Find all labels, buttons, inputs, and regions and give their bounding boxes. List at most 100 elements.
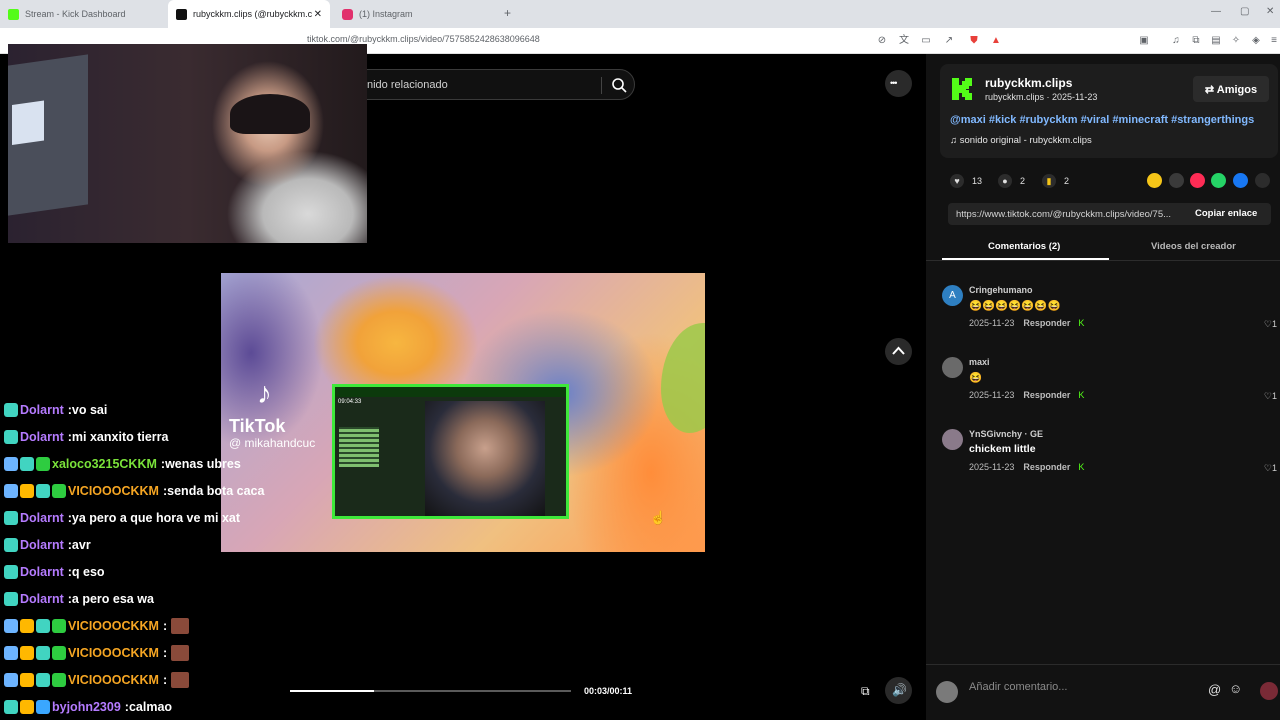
tab-tiktok[interactable]: rubyckkm.clips (@rubyckkm.c ✕ bbox=[168, 0, 330, 28]
comment-input[interactable]: Añadir comentario... bbox=[969, 681, 1169, 693]
music-icon[interactable]: ♫ bbox=[1170, 35, 1182, 47]
send-icon[interactable] bbox=[1190, 173, 1205, 188]
mention-icon[interactable]: @ bbox=[1208, 682, 1221, 697]
shield-icon[interactable]: ⛊ bbox=[968, 35, 980, 47]
comment-username[interactable]: maxi bbox=[969, 357, 990, 367]
chat-badge-icon bbox=[52, 672, 66, 687]
chat-badge-icon bbox=[20, 645, 34, 660]
chat-emote-icon bbox=[171, 671, 190, 688]
comment-avatar[interactable] bbox=[942, 357, 963, 378]
address-bar[interactable]: tiktok.com/@rubyckkm.clips/video/7575852… bbox=[307, 34, 540, 44]
share-arrow-icon[interactable] bbox=[1255, 173, 1270, 188]
tab-comments[interactable]: Comentarios (2) bbox=[988, 241, 1060, 252]
embedded-stream-frame: 09:04:33 bbox=[332, 384, 569, 519]
chat-username[interactable]: VICIOOOCKKM bbox=[68, 646, 159, 660]
chat-username[interactable]: Dolarnt bbox=[20, 565, 64, 579]
copy-link-button[interactable]: Copiar enlace bbox=[1195, 208, 1257, 219]
minimize-button[interactable]: — bbox=[1211, 6, 1221, 17]
ai-sparkle-icon[interactable]: ✧ bbox=[1230, 35, 1242, 47]
chat-message: Dolarnt: vo sai bbox=[4, 396, 304, 423]
copy-icon[interactable]: ⧉ bbox=[1190, 35, 1202, 47]
more-options-button[interactable]: ••• bbox=[885, 70, 912, 97]
comment-item: maxi 😆 2025-11-23 Responder K ♡1 bbox=[942, 357, 1277, 407]
kick-logo-icon[interactable] bbox=[950, 77, 974, 101]
reply-button[interactable]: Responder bbox=[1023, 462, 1070, 472]
comment-avatar[interactable] bbox=[942, 429, 963, 450]
tab-creator-videos[interactable]: Videos del creador bbox=[1151, 241, 1236, 252]
tab-kick-dashboard[interactable]: Stream - Kick Dashboard bbox=[0, 0, 168, 28]
tab-instagram[interactable]: (1) Instagram bbox=[334, 0, 496, 28]
chat-message: Dolarnt: mi xanxito tierra bbox=[4, 423, 304, 450]
like-stat[interactable]: ♥ 13 bbox=[950, 174, 982, 188]
tab-divider bbox=[926, 260, 1280, 261]
chat-badge-icon bbox=[36, 618, 50, 633]
previous-video-button[interactable] bbox=[885, 338, 912, 365]
comment-date: 2025-11-23 bbox=[969, 462, 1015, 472]
chat-message: VICIOOOCKKM: senda bota caca bbox=[4, 477, 304, 504]
emoji-icon[interactable]: ☺ bbox=[1229, 681, 1242, 696]
chat-message: Dolarnt: a pero esa wa bbox=[4, 585, 304, 612]
instagram-favicon-icon bbox=[342, 8, 353, 20]
sound-link[interactable]: ♫ sonido original - rubyckkm.clips bbox=[950, 135, 1092, 146]
chat-username[interactable]: Dolarnt bbox=[20, 511, 64, 525]
stream-overlay-grid bbox=[339, 427, 379, 467]
sidebar-icon[interactable]: ▣ bbox=[1138, 35, 1150, 47]
menu-icon[interactable]: ≡ bbox=[1268, 35, 1280, 47]
chat-badge-icon bbox=[4, 510, 18, 525]
chat-username[interactable]: Dolarnt bbox=[20, 538, 64, 552]
video-progress-bar[interactable] bbox=[290, 690, 571, 692]
chat-username[interactable]: Dolarnt bbox=[20, 403, 64, 417]
screen-icon[interactable]: ▭ bbox=[920, 35, 932, 47]
close-tab-icon[interactable]: ✕ bbox=[314, 9, 322, 20]
repost-icon[interactable] bbox=[1147, 173, 1162, 188]
chat-badge-icon bbox=[52, 645, 66, 660]
comment-username[interactable]: YnSGivnchy · GE bbox=[969, 429, 1043, 439]
stream-overlay-bar bbox=[335, 387, 566, 397]
video-link-url[interactable]: https://www.tiktok.com/@rubyckkm.clips/v… bbox=[956, 209, 1184, 220]
comment-like-button[interactable]: ♡1 bbox=[1264, 463, 1277, 474]
comment-username[interactable]: Cringehumano bbox=[969, 285, 1033, 295]
vpn-shield-icon[interactable]: ◈ bbox=[1250, 35, 1262, 47]
search-icon[interactable] bbox=[611, 77, 628, 94]
wallet-icon[interactable]: ▤ bbox=[1210, 35, 1222, 47]
pip-icon[interactable]: ⧉ bbox=[861, 684, 870, 699]
chat-text: calmao bbox=[128, 699, 173, 714]
comment-date: 2025-11-23 bbox=[969, 318, 1015, 328]
share-icon[interactable]: ↗ bbox=[943, 35, 955, 47]
translate-icon[interactable]: 文 bbox=[898, 35, 910, 47]
chevron-up-icon bbox=[892, 346, 905, 355]
video-hashtags[interactable]: @maxi #kick #rubyckkm #viral #minecraft … bbox=[950, 114, 1254, 126]
save-stat[interactable]: ▮ 2 bbox=[1042, 174, 1069, 188]
heart-outline-icon: ♡ bbox=[1263, 319, 1272, 329]
comment-like-button[interactable]: ♡1 bbox=[1264, 319, 1277, 330]
comment-like-button[interactable]: ♡1 bbox=[1264, 391, 1277, 402]
whatsapp-icon[interactable] bbox=[1211, 173, 1226, 188]
chat-username[interactable]: byjohn2309 bbox=[52, 700, 121, 714]
chat-username[interactable]: xaloco3215CKKM bbox=[52, 457, 157, 471]
search-bar[interactable]: nido relacionado bbox=[338, 69, 635, 100]
author-name[interactable]: rubyckkm.clips bbox=[985, 76, 1072, 90]
post-comment-button[interactable] bbox=[1260, 682, 1278, 700]
friends-button[interactable]: ⇄ Amigos bbox=[1193, 76, 1269, 102]
alert-triangle-icon[interactable]: ▲ bbox=[990, 35, 1002, 47]
chat-username[interactable]: VICIOOOCKKM bbox=[68, 484, 159, 498]
chat-username[interactable]: Dolarnt bbox=[20, 430, 64, 444]
new-tab-button[interactable]: + bbox=[504, 6, 511, 20]
maximize-button[interactable]: ▢ bbox=[1240, 6, 1249, 17]
chat-username[interactable]: VICIOOOCKKM bbox=[68, 673, 159, 687]
chat-username[interactable]: VICIOOOCKKM bbox=[68, 619, 159, 633]
reply-button[interactable]: Responder bbox=[1023, 318, 1070, 328]
reply-button[interactable]: Responder bbox=[1023, 390, 1070, 400]
chat-badge-icon bbox=[20, 672, 34, 687]
close-window-button[interactable]: ✕ bbox=[1266, 6, 1274, 17]
chat-message: byjohn2309: calmao bbox=[4, 693, 304, 720]
volume-button[interactable]: 🔊 bbox=[885, 677, 912, 704]
no-tracking-icon[interactable]: ⊘ bbox=[876, 35, 888, 47]
search-input[interactable]: nido relacionado bbox=[367, 79, 448, 91]
comment-avatar[interactable]: A bbox=[942, 285, 963, 306]
chat-badge-icon bbox=[36, 672, 50, 687]
chat-username[interactable]: Dolarnt bbox=[20, 592, 64, 606]
embed-icon[interactable] bbox=[1169, 173, 1184, 188]
facebook-icon[interactable] bbox=[1233, 173, 1248, 188]
comment-stat[interactable]: ● 2 bbox=[998, 174, 1025, 188]
